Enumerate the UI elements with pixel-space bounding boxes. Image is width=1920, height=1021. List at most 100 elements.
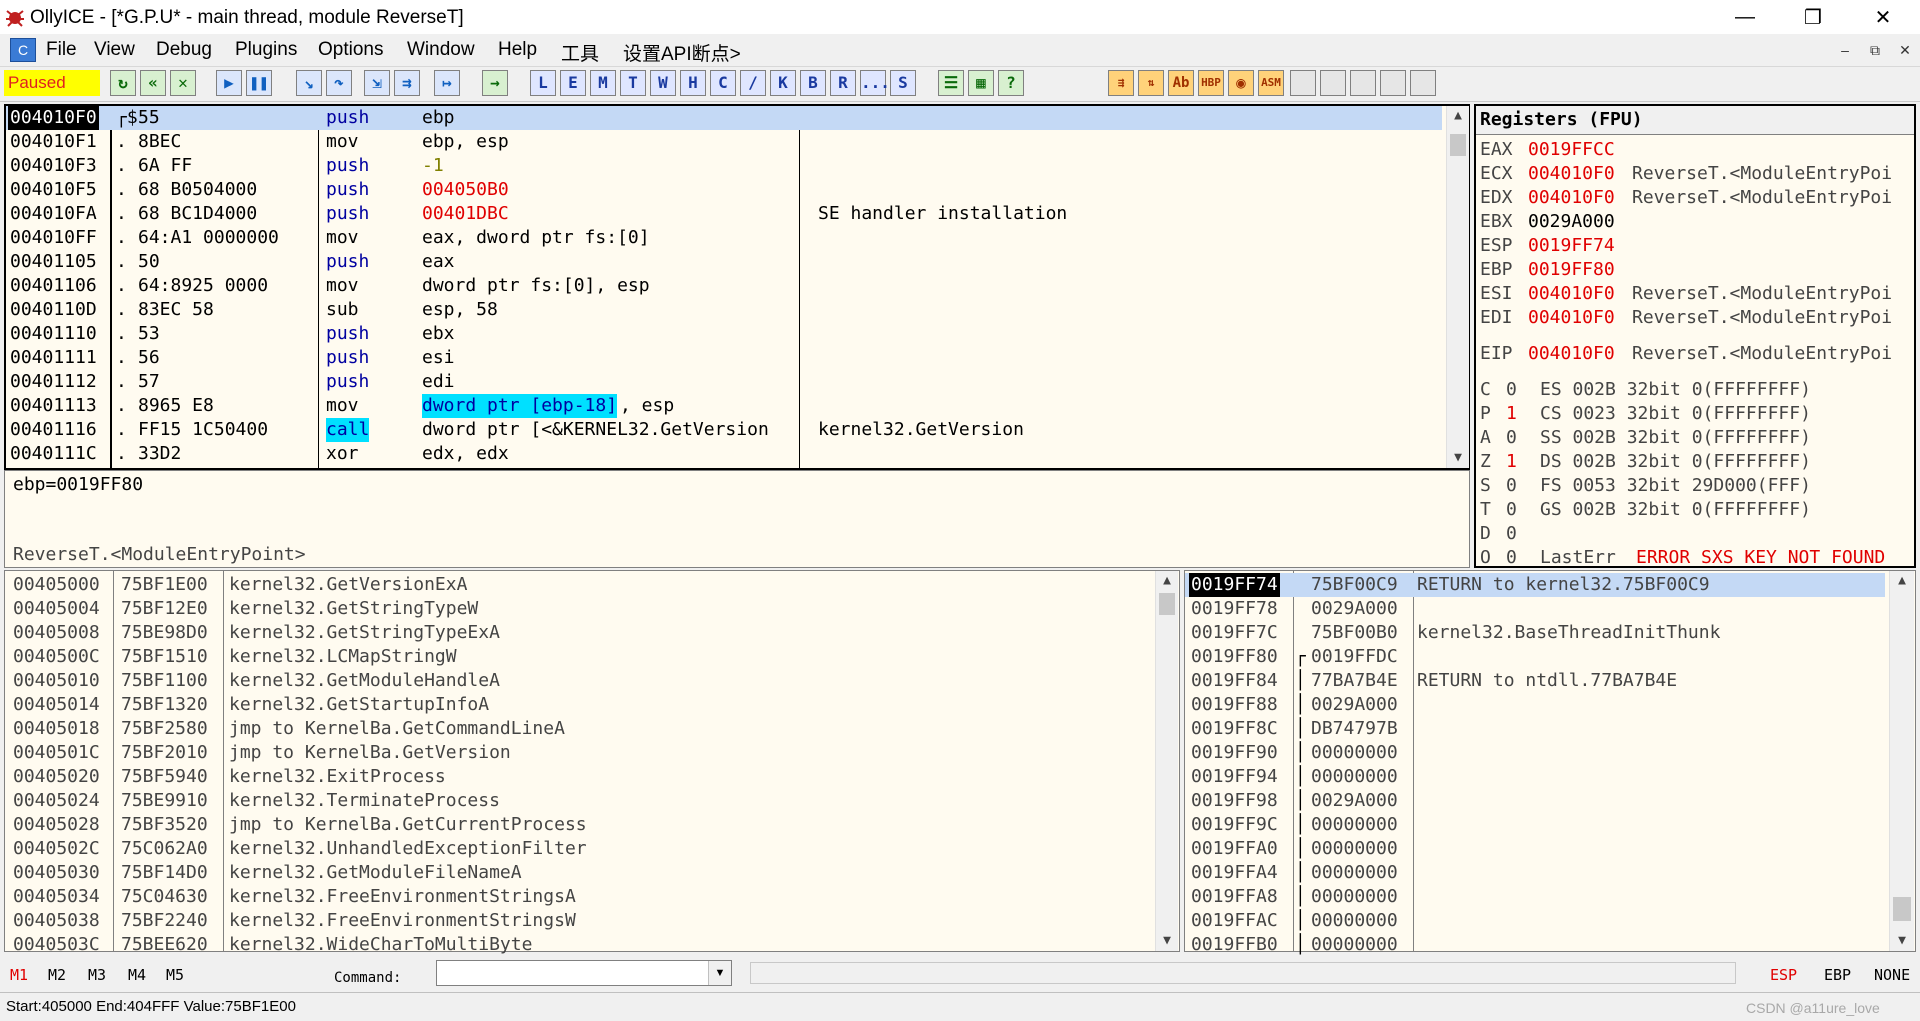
stack-row[interactable]: 0019FF90 │ 00000000	[1185, 741, 1885, 765]
disasm-row[interactable]: 004010F0 ┌$ 55 push ebp	[6, 106, 1442, 130]
disasm-row[interactable]: 004010FF. 64:A1 0000000 mov eax, dword ptr …	[6, 226, 1442, 250]
source-window-icon[interactable]: S	[890, 70, 916, 96]
disasm-row[interactable]: 0040110D. 83EC 58 sub esp, 58	[6, 298, 1442, 322]
trace-into-icon[interactable]: ⇲	[364, 70, 390, 96]
close-button[interactable]: ✕	[1854, 0, 1912, 34]
register-value[interactable]: 004010F0	[1528, 306, 1615, 330]
run-icon[interactable]: ▶	[216, 70, 242, 96]
dump-row[interactable]: 00405038 75BF2240 kernel32.FreeEnvironment…	[5, 909, 1151, 933]
step-into-icon[interactable]: ↘	[296, 70, 322, 96]
dump-row[interactable]: 0040503C 75BEE620 kernel32.WideCharToMulti…	[5, 933, 1151, 957]
register-value[interactable]: 004010F0	[1528, 282, 1615, 306]
command-input[interactable]: ▼	[436, 960, 732, 986]
marker-m1[interactable]: M1	[10, 966, 28, 984]
empty-tool-slot-icon[interactable]	[1320, 70, 1346, 96]
restart-icon[interactable]: ↻	[110, 70, 136, 96]
stack-row[interactable]: 0019FFB0 │ 00000000	[1185, 933, 1885, 957]
stack-row[interactable]: 0019FF9C │ 00000000	[1185, 813, 1885, 837]
dump-row[interactable]: 0040501C 75BF2010 jmp to KernelBa.GetVersi…	[5, 741, 1151, 765]
dump-row[interactable]: 00405024 75BE9910 kernel32.TerminateProces…	[5, 789, 1151, 813]
empty-tool-slot-icon[interactable]	[1350, 70, 1376, 96]
menu-view[interactable]: View	[94, 39, 135, 61]
dump-row[interactable]: 00405010 75BF1100 kernel32.GetModuleHandle…	[5, 669, 1151, 693]
stack-row[interactable]: 0019FF8C │ DB74797B	[1185, 717, 1885, 741]
trace-over-icon[interactable]: ⇉	[394, 70, 420, 96]
dump-row[interactable]: 00405020 75BF5940 kernel32.ExitProcess	[5, 765, 1151, 789]
plugin-arrows-icon[interactable]: ⇶	[1108, 70, 1134, 96]
menu-file[interactable]: File	[46, 39, 77, 61]
flag-value[interactable]: 0	[1506, 378, 1517, 402]
scroll-up-icon[interactable]: ▲	[1447, 106, 1469, 126]
flag-value[interactable]: 0	[1506, 498, 1517, 522]
rewind-icon[interactable]: «	[140, 70, 166, 96]
memory-window-icon[interactable]: M	[590, 70, 616, 96]
call-stack-window-icon[interactable]: K	[770, 70, 796, 96]
menu-set-api-breakpoint[interactable]: 设置API断点>	[623, 39, 741, 66]
disasm-row[interactable]: 004010F3. 6A FF push -1	[6, 154, 1442, 178]
dump-row[interactable]: 00405028 75BF3520 jmp to KernelBa.GetCurre…	[5, 813, 1151, 837]
register-value[interactable]: 0019FFCC	[1528, 138, 1615, 162]
dump-row[interactable]: 00405034 75C04630 kernel32.FreeEnvironment…	[5, 885, 1151, 909]
disasm-row[interactable]: 0040111C. 33D2 xor edx, edx	[6, 442, 1442, 466]
stack-row[interactable]: 0019FF78 0029A000	[1185, 597, 1885, 621]
stack-row[interactable]: 0019FF7C 75BF00B0 kernel32.BaseThreadInitT…	[1185, 621, 1885, 645]
dump-row[interactable]: 0040500C 75BF1510 kernel32.LCMapStringW	[5, 645, 1151, 669]
threads-window-icon[interactable]: T	[620, 70, 646, 96]
step-over-icon[interactable]: ↷	[326, 70, 352, 96]
scroll-thumb[interactable]	[1159, 593, 1175, 615]
hardware-breakpoint-icon[interactable]: HBP	[1198, 70, 1224, 96]
modules-window-icon[interactable]: E	[560, 70, 586, 96]
stack-row[interactable]: 0019FF84 │ 77BA7B4E RETURN to ntdll.77BA7B4…	[1185, 669, 1885, 693]
disassembly-pane[interactable]: 004010F0 ┌$ 55 push ebp 004010F1. 8BEC mov ebp, …	[4, 104, 1470, 470]
scroll-thumb[interactable]	[1450, 134, 1466, 156]
disasm-row[interactable]: 004010F1. 8BEC mov ebp, esp	[6, 130, 1442, 154]
references-window-icon[interactable]: R	[830, 70, 856, 96]
disasm-row[interactable]: 00401112. 57 push edi	[6, 370, 1442, 394]
pause-icon[interactable]: ❚❚	[246, 70, 272, 96]
disasm-row[interactable]: 00401113. 8965 E8 mov dword ptr [ebp-18], e…	[6, 394, 1442, 418]
minimize-button[interactable]: —	[1716, 0, 1774, 34]
menu-debug[interactable]: Debug	[156, 39, 212, 61]
list-view-icon[interactable]: ☰	[938, 70, 964, 96]
empty-tool-slot-icon[interactable]	[1290, 70, 1316, 96]
register-value[interactable]: 0029A000	[1528, 210, 1615, 234]
goto-icon[interactable]: →	[482, 70, 508, 96]
dump-row[interactable]: 00405008 75BE98D0 kernel32.GetStringTypeEx…	[5, 621, 1151, 645]
flag-value[interactable]: 0	[1506, 474, 1517, 498]
marker-m3[interactable]: M3	[88, 966, 106, 984]
register-value[interactable]: 004010F0	[1528, 162, 1615, 186]
register-value[interactable]: 004010F0	[1528, 342, 1615, 366]
stack-row[interactable]: 0019FFA0 │ 00000000	[1185, 837, 1885, 861]
mdi-minimize-icon[interactable]: –	[1836, 41, 1854, 59]
flag-value[interactable]: 1	[1506, 450, 1517, 474]
execute-till-return-icon[interactable]: ↦	[434, 70, 460, 96]
scroll-down-icon[interactable]: ▼	[1890, 931, 1914, 951]
cpu-window-button-icon[interactable]: C	[710, 70, 736, 96]
log-window-icon[interactable]: L	[530, 70, 556, 96]
asm-icon[interactable]: ASM	[1258, 70, 1284, 96]
scroll-thumb[interactable]	[1893, 897, 1911, 921]
follow-esp-toggle[interactable]: ESP	[1770, 966, 1797, 984]
mdi-restore-icon[interactable]: ⧉	[1866, 41, 1884, 59]
stack-row[interactable]: 0019FF74 75BF00C9 RETURN to kernel32.75BF0…	[1185, 573, 1885, 597]
disasm-row[interactable]: 00401110. 53 push ebx	[6, 322, 1442, 346]
disasm-row[interactable]: 00401116. FF15 1C50400 call dword ptr [<&KE…	[6, 418, 1442, 442]
scroll-up-icon[interactable]: ▲	[1156, 571, 1178, 591]
menu-plugins[interactable]: Plugins	[235, 39, 297, 61]
disasm-row[interactable]: 00401105. 50 push eax	[6, 250, 1442, 274]
scroll-down-icon[interactable]: ▼	[1447, 448, 1469, 468]
menu-tools[interactable]: 工具	[561, 39, 599, 66]
flag-value[interactable]: 0	[1506, 522, 1517, 546]
stack-row[interactable]: 0019FFAC │ 00000000	[1185, 909, 1885, 933]
dump-row[interactable]: 00405018 75BF2580 jmp to KernelBa.GetComma…	[5, 717, 1151, 741]
run-trace-window-icon[interactable]: ...	[860, 70, 890, 96]
patches-window-icon[interactable]: /	[740, 70, 766, 96]
plugin-swap-icon[interactable]: ⇅	[1138, 70, 1164, 96]
stack-row[interactable]: 0019FF94 │ 00000000	[1185, 765, 1885, 789]
dump-scrollbar[interactable]: ▲ ▼	[1155, 571, 1178, 951]
dump-pane[interactable]: 00405000 75BF1E00 kernel32.GetVersionExA 00…	[4, 570, 1180, 955]
disasm-row[interactable]: 00401111. 56 push esi	[6, 346, 1442, 370]
marker-m5[interactable]: M5	[166, 966, 184, 984]
cpu-window-icon[interactable]: C	[10, 38, 36, 62]
follow-ebp-toggle[interactable]: EBP	[1824, 966, 1851, 984]
